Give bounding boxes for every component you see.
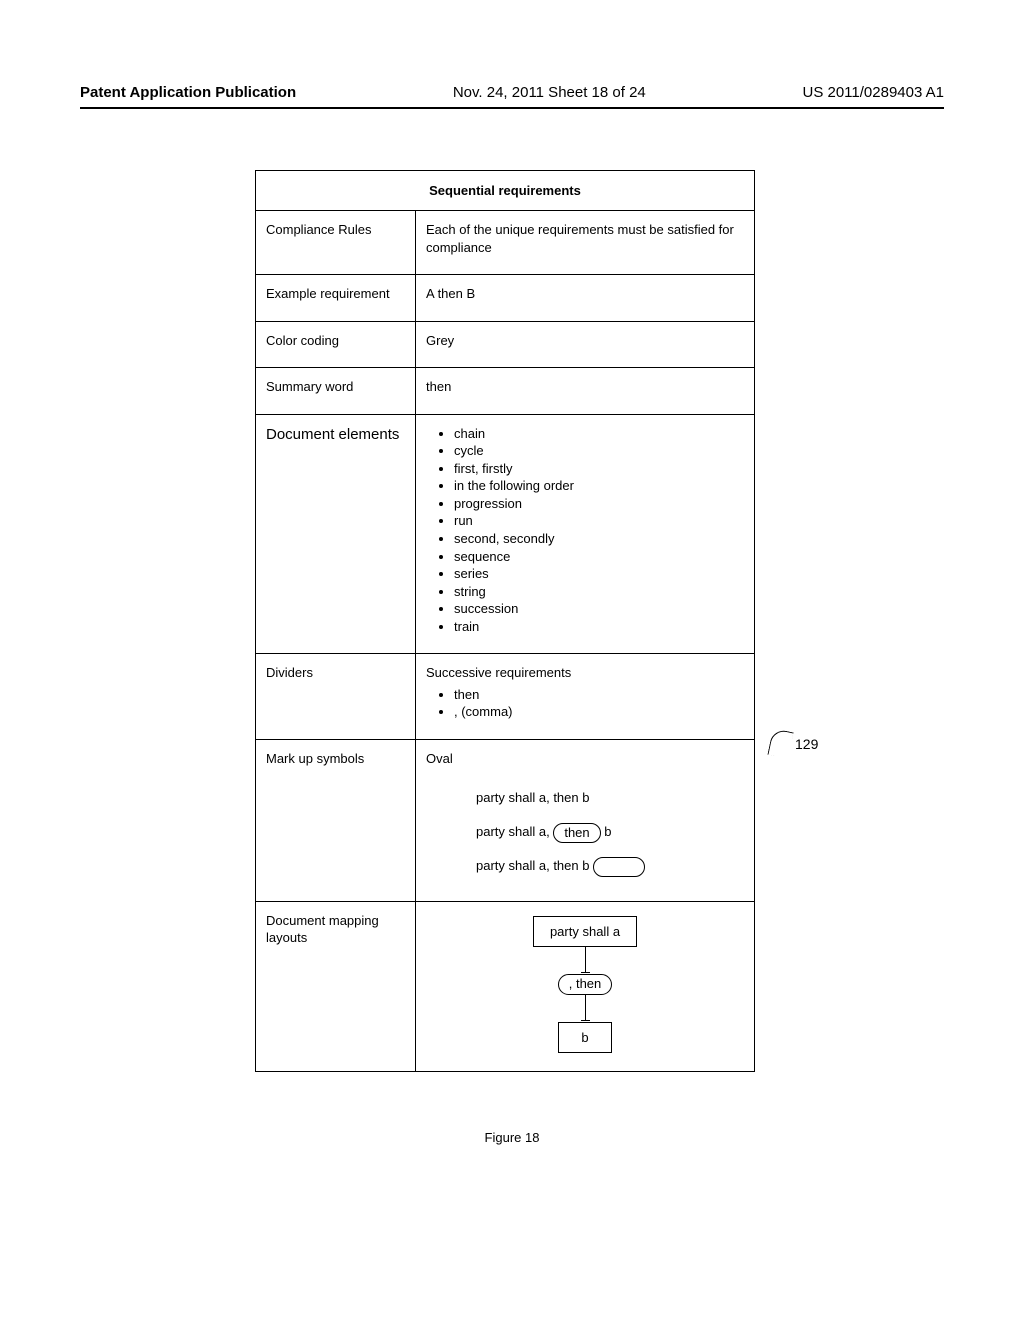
table-row: Example requirement A then B [256,275,755,322]
page: Patent Application Publication Nov. 24, … [0,0,1024,1320]
table-row: Dividers Successive requirements then , … [256,654,755,740]
header-right: US 2011/0289403 A1 [802,84,944,101]
table-title: Sequential requirements [256,171,755,211]
row-label: Document elements [256,414,416,654]
table-row: Document mapping layouts party shall a ,… [256,901,755,1071]
list-item: sequence [454,548,744,566]
row-value: Each of the unique requirements must be … [416,211,755,275]
row-label: Mark up symbols [256,739,416,901]
document-mapping-diagram: party shall a , then b [426,912,744,1053]
mapping-oval: , then [558,974,613,994]
list-item: train [454,618,744,636]
dividers-list: then , (comma) [426,686,744,721]
reference-number-text: 129 [795,736,818,752]
row-value: Successive requirements then , (comma) [416,654,755,740]
markup-shape: Oval [426,751,453,766]
table-row: Summary word then [256,368,755,415]
document-elements-list: chain cycle first, firstly in the follow… [426,425,744,636]
connector-line [585,947,586,973]
connector-line [585,995,586,1021]
list-item: series [454,565,744,583]
markup-line-3-pre: party shall a, then b [476,858,593,873]
list-item: progression [454,495,744,513]
markup-line-3: party shall a, then b [476,849,744,883]
row-label: Color coding [256,321,416,368]
page-header: Patent Application Publication Nov. 24, … [80,84,944,109]
oval-icon [593,857,645,877]
row-value: A then B [416,275,755,322]
mapping-box-top: party shall a [533,916,637,948]
row-value: chain cycle first, firstly in the follow… [416,414,755,654]
markup-examples: party shall a, then b party shall a, the… [426,767,744,882]
list-item: second, secondly [454,530,744,548]
list-item: string [454,583,744,601]
row-label: Dividers [256,654,416,740]
leader-curve-icon [767,728,793,759]
list-item: chain [454,425,744,443]
table-row: Color coding Grey [256,321,755,368]
row-value: Oval party shall a, then b party shall a… [416,739,755,901]
oval-icon: then [553,823,600,843]
row-value: Grey [416,321,755,368]
markup-line-2: party shall a, then b [476,815,744,849]
table-row: Compliance Rules Each of the unique requ… [256,211,755,275]
mapping-box-bottom: b [558,1022,611,1054]
table-row: Document elements chain cycle first, fir… [256,414,755,654]
list-item: cycle [454,442,744,460]
row-label: Document mapping layouts [256,901,416,1071]
sequential-requirements-table: Sequential requirements Compliance Rules… [255,170,755,1072]
list-item: then [454,686,744,704]
row-label: Compliance Rules [256,211,416,275]
dividers-lead: Successive requirements [426,665,571,680]
row-label: Summary word [256,368,416,415]
list-item: , (comma) [454,703,744,721]
markup-line-2-post: b [601,824,612,839]
markup-line-1: party shall a, then b [476,781,744,815]
header-mid: Nov. 24, 2011 Sheet 18 of 24 [453,84,646,101]
markup-line-2-pre: party shall a, [476,824,553,839]
list-item: run [454,512,744,530]
header-left: Patent Application Publication [80,84,296,101]
figure-caption: Figure 18 [0,1130,1024,1145]
row-value: then [416,368,755,415]
list-item: in the following order [454,477,744,495]
row-value: party shall a , then b [416,901,755,1071]
reference-number: 129 [770,730,818,757]
list-item: succession [454,600,744,618]
row-label: Example requirement [256,275,416,322]
list-item: first, firstly [454,460,744,478]
table-row: Mark up symbols Oval party shall a, then… [256,739,755,901]
figure-table-wrapper: Sequential requirements Compliance Rules… [255,170,755,1072]
